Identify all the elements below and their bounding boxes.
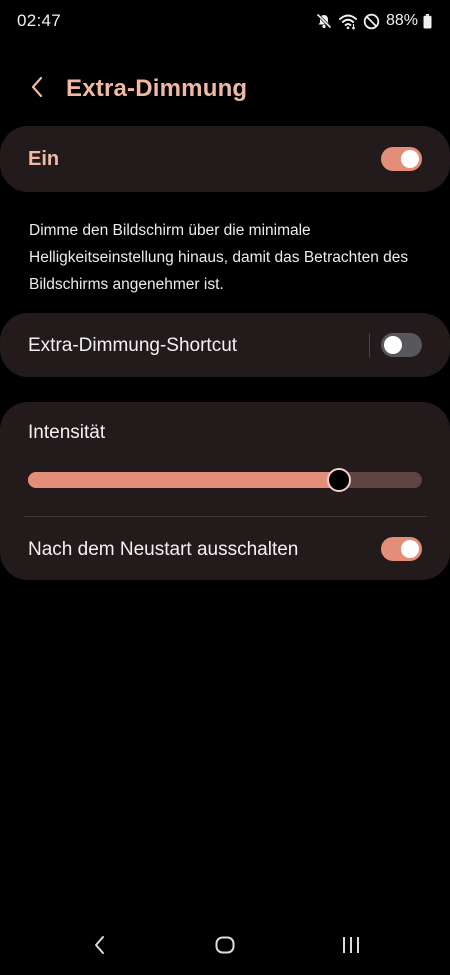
header: Extra-Dimmung [0, 60, 450, 120]
mute-icon [315, 12, 333, 30]
vertical-divider [369, 333, 370, 358]
page-title: Extra-Dimmung [66, 75, 248, 102]
intensity-card: Intensität Nach dem Neustart ausschalten [0, 402, 450, 580]
toggle-knob [384, 336, 402, 354]
chevron-left-icon [30, 75, 44, 104]
restart-row[interactable]: Nach dem Neustart ausschalten [0, 517, 450, 580]
shortcut-label: Extra-Dimmung-Shortcut [28, 335, 238, 356]
status-bar: 02:47 88% [0, 0, 450, 44]
back-icon [93, 934, 107, 961]
status-time: 02:47 [17, 11, 62, 30]
shortcut-toggle-switch[interactable] [381, 333, 422, 357]
home-icon [214, 934, 236, 961]
wifi-icon [338, 12, 358, 30]
main-toggle-row[interactable]: Ein [0, 126, 450, 192]
restart-toggle-switch[interactable] [381, 537, 422, 561]
nav-recents-button[interactable] [329, 931, 373, 963]
slider-thumb[interactable] [327, 468, 352, 492]
status-icons: 88% [315, 10, 432, 32]
recents-icon [340, 934, 362, 961]
nav-back-button[interactable] [78, 931, 122, 963]
intensity-label: Intensität [28, 422, 106, 443]
shortcut-row[interactable]: Extra-Dimmung-Shortcut [0, 313, 450, 377]
slider-fill [28, 472, 340, 488]
do-not-disturb-icon [363, 13, 380, 30]
main-toggle-label: Ein [28, 148, 60, 170]
nav-home-button[interactable] [203, 931, 247, 963]
navigation-bar [0, 925, 450, 975]
toggle-knob [401, 540, 419, 558]
toggle-knob [401, 150, 419, 168]
restart-label: Nach dem Neustart ausschalten [28, 539, 299, 560]
description-text: Dimme den Bildschirm über die minimale H… [29, 222, 409, 293]
battery-icon [423, 13, 432, 29]
battery-percent: 88% [385, 12, 418, 29]
back-button[interactable] [20, 72, 54, 106]
main-toggle-switch[interactable] [381, 147, 422, 171]
intensity-slider[interactable] [28, 466, 422, 494]
